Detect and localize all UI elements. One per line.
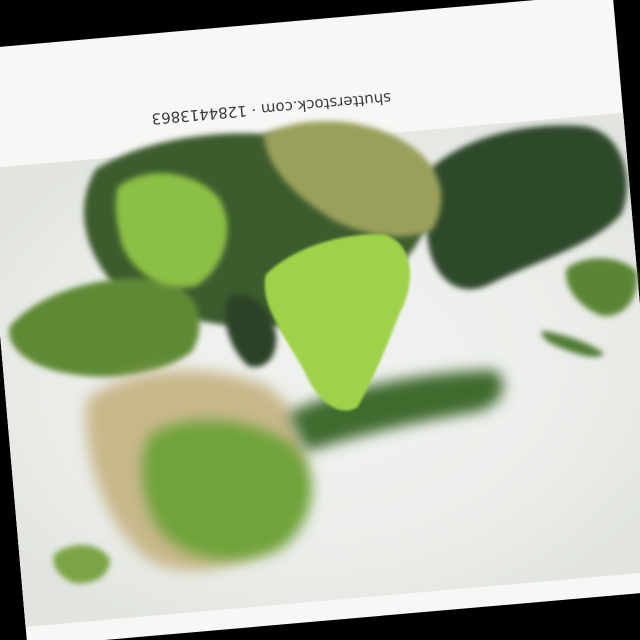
photo-scene: shutterstock.com · 1284413863 — [0, 0, 640, 640]
photo-frame: shutterstock.com · 1284413863 — [0, 0, 640, 640]
